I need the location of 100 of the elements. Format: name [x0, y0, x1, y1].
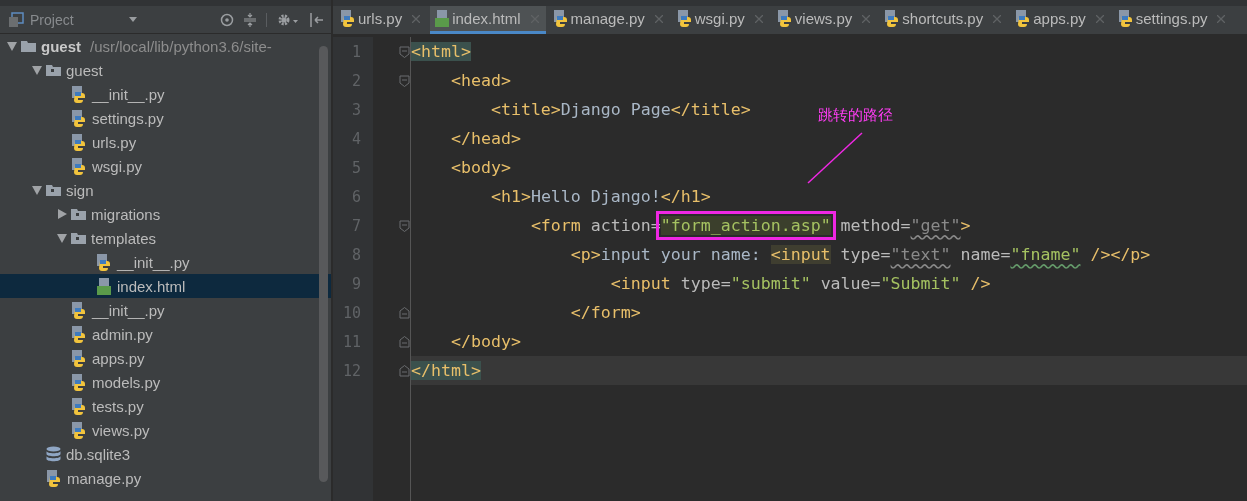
item-label: admin.py [91, 325, 153, 343]
close-icon[interactable] [1217, 14, 1226, 23]
tree-item[interactable]: settings.py [0, 106, 331, 130]
item-label: views.py [91, 421, 150, 439]
tree-item[interactable]: __init__.py [0, 82, 331, 106]
folder-icon [71, 208, 86, 220]
item-label: guest [40, 37, 81, 55]
python-file-icon [46, 469, 62, 487]
expanded-arrow-icon[interactable] [57, 233, 67, 243]
locate-icon[interactable] [220, 12, 234, 27]
file-tab[interactable]: index.html [430, 6, 546, 34]
leader-line [805, 131, 865, 185]
python-file-icon [676, 10, 693, 27]
hide-panel-icon[interactable] [309, 12, 323, 27]
tree-item[interactable]: __init__.py [0, 298, 331, 322]
item-path: /usr/local/lib/python3.6/site- [90, 37, 272, 55]
item-label: __init__.py [90, 85, 165, 103]
fold-marker-icon[interactable] [399, 364, 410, 377]
dropdown-caret-icon[interactable] [127, 16, 138, 23]
code-line: </head> [449, 129, 521, 148]
item-label: settings.py [91, 109, 164, 127]
code-line: </body> [449, 332, 521, 351]
python-file-icon [71, 133, 87, 151]
close-icon[interactable] [993, 14, 1002, 23]
item-label: sign [65, 181, 94, 199]
item-label: wsgi.py [91, 157, 143, 175]
python-file-icon [71, 325, 87, 343]
fold-marker-icon[interactable] [399, 219, 410, 232]
panel-title: Project [30, 11, 74, 28]
tree-item[interactable]: guest /usr/local/lib/python3.6/site- [0, 34, 331, 58]
code-line: <body> [449, 158, 511, 177]
tree-item[interactable]: apps.py [0, 346, 331, 370]
tree-item[interactable]: admin.py [0, 322, 331, 346]
python-file-icon [340, 10, 356, 27]
tree-item[interactable]: index.html [0, 274, 331, 298]
tree-item[interactable]: db.sqlite3 [0, 442, 331, 466]
item-label: __init__.py [90, 301, 165, 319]
tree-item[interactable]: views.py [0, 418, 331, 442]
close-icon[interactable] [1095, 14, 1104, 23]
folder-icon [46, 184, 61, 196]
tree-item[interactable]: templates [0, 226, 331, 250]
tree-item[interactable]: guest [0, 58, 331, 82]
item-label: __init__.py [115, 253, 190, 271]
collapsed-arrow-icon[interactable] [57, 209, 67, 219]
python-file-icon [71, 397, 87, 415]
item-label: templates [90, 229, 157, 247]
python-file-icon [71, 85, 87, 103]
python-file-icon [96, 253, 112, 271]
python-file-icon [71, 109, 87, 127]
close-icon[interactable] [654, 14, 663, 23]
code-line: <input type="submit" value="Submit" /> [609, 274, 991, 293]
close-icon[interactable] [862, 14, 871, 23]
tree-item[interactable]: tests.py [0, 394, 331, 418]
item-label: manage.py [66, 469, 142, 487]
annotation-label: 跳转的路径 [818, 106, 893, 125]
close-icon[interactable] [412, 14, 421, 23]
tree-item[interactable]: wsgi.py [0, 154, 331, 178]
folder-icon [71, 232, 86, 244]
collapse-all-icon[interactable] [244, 12, 256, 27]
item-label: migrations [90, 205, 161, 223]
settings-icon[interactable] [277, 12, 299, 27]
item-label: db.sqlite3 [65, 445, 131, 463]
tree-item[interactable]: sign [0, 178, 331, 202]
folder-icon [21, 40, 36, 52]
html-file-icon [96, 277, 112, 295]
fold-marker-icon[interactable] [399, 74, 410, 87]
python-file-icon [71, 301, 87, 319]
close-icon[interactable] [754, 14, 763, 23]
python-file-icon [71, 373, 87, 391]
folder-icon [46, 64, 61, 76]
python-file-icon [1117, 10, 1134, 27]
scrollbar[interactable] [319, 46, 328, 482]
tree-item[interactable]: manage.py [0, 466, 331, 490]
expanded-arrow-icon[interactable] [32, 185, 42, 195]
item-label: apps.py [91, 349, 145, 367]
code-line: </form> [569, 303, 641, 322]
python-file-icon [776, 10, 793, 27]
code-line: <title>Django Page</title> [489, 100, 751, 119]
fold-marker-icon[interactable] [399, 45, 410, 58]
python-file-icon [71, 157, 87, 175]
python-file-icon [71, 349, 87, 367]
tree-item[interactable]: migrations [0, 202, 331, 226]
database-icon [46, 445, 61, 463]
expanded-arrow-icon[interactable] [7, 41, 17, 51]
fold-marker-icon[interactable] [399, 335, 410, 348]
python-file-icon [884, 10, 901, 27]
item-label: tests.py [91, 397, 144, 415]
item-label: index.html [116, 277, 186, 295]
expanded-arrow-icon[interactable] [32, 65, 42, 75]
tree-item[interactable]: __init__.py [0, 250, 331, 274]
fold-marker-icon[interactable] [399, 306, 410, 319]
item-label: guest [65, 61, 103, 79]
tree-item[interactable]: models.py [0, 370, 331, 394]
tree-item[interactable]: urls.py [0, 130, 331, 154]
code-line: <head> [449, 71, 511, 90]
code-line: <p>input your name: <input type="text" name="fname" /></p> [569, 245, 1151, 264]
python-file-icon [71, 421, 87, 439]
html-file-icon [434, 10, 451, 27]
python-file-icon [1015, 10, 1032, 27]
python-file-icon [552, 10, 569, 27]
